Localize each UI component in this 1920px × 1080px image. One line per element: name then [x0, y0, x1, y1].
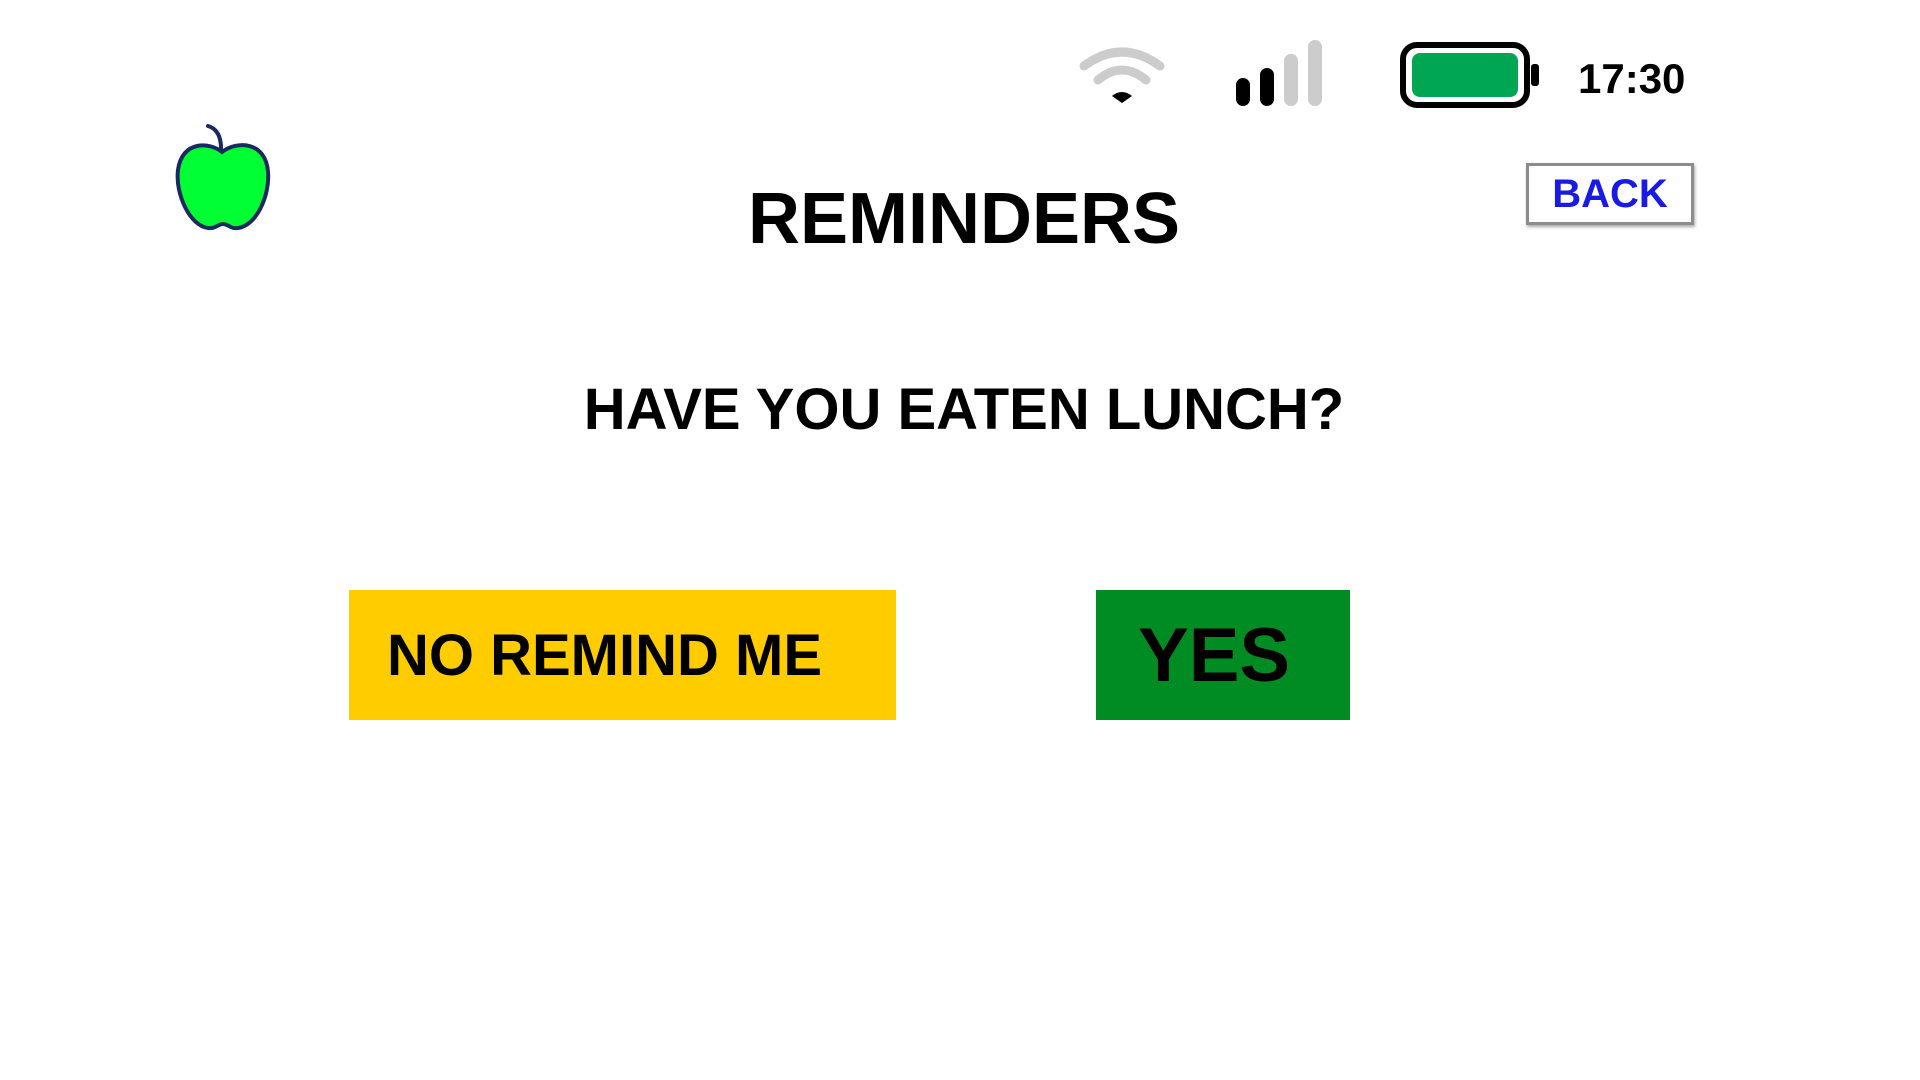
- battery-icon: [1400, 42, 1544, 108]
- page-title: REMINDERS: [747, 179, 1181, 259]
- reminders-screen: 17:30 BACK REMINDERS HAVE YOU EATEN LUNC…: [0, 0, 1920, 1080]
- cellular-signal-icon: [1234, 38, 1326, 108]
- no-remind-me-button[interactable]: NO REMIND ME: [349, 590, 896, 720]
- status-time: 17:30: [1578, 55, 1686, 102]
- wifi-icon: [1078, 44, 1166, 106]
- reminder-question: HAVE YOU EATEN LUNCH?: [583, 377, 1345, 442]
- yes-button[interactable]: YES: [1096, 590, 1350, 720]
